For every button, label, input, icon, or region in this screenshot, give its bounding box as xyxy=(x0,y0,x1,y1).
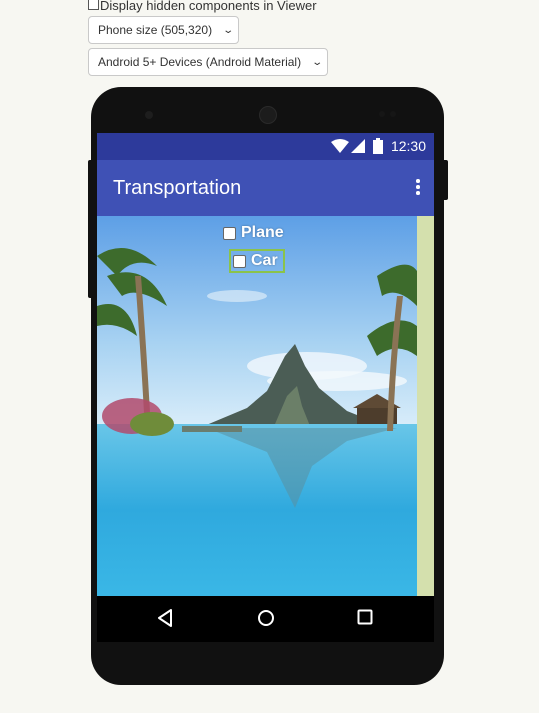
app-title: Transportation xyxy=(113,177,242,199)
sensor-icon xyxy=(390,111,396,117)
car-checkbox[interactable]: Car xyxy=(229,249,285,273)
overflow-menu-icon[interactable] xyxy=(416,179,420,197)
status-bar: 12:30 xyxy=(97,133,434,160)
car-checkbox-label: Car xyxy=(251,252,278,269)
hidden-components-label: Display hidden components in Viewer xyxy=(100,0,317,13)
chevron-down-icon: ⌄ xyxy=(310,56,323,68)
car-checkbox-box[interactable] xyxy=(233,254,246,268)
sensor-icon xyxy=(379,111,385,117)
theme-value: Android 5+ Devices (Android Material) xyxy=(98,55,302,69)
phone-size-value: Phone size (505,320) xyxy=(98,23,213,37)
screen-content: Plane Car xyxy=(97,216,434,596)
app-bar: Transportation xyxy=(97,160,434,216)
battery-icon xyxy=(373,138,383,154)
wifi-icon xyxy=(331,139,349,153)
plane-checkbox-box[interactable] xyxy=(223,226,236,240)
hidden-components-row[interactable]: Display hidden components in Viewer xyxy=(88,0,317,14)
recents-icon[interactable] xyxy=(357,609,373,625)
theme-select[interactable]: Android 5+ Devices (Android Material) ⌄ xyxy=(88,48,328,76)
camera-icon xyxy=(145,111,153,119)
hidden-components-checkbox[interactable] xyxy=(88,0,99,10)
phone-screen: 12:30 Transportation Plane Car xyxy=(97,133,434,642)
plane-checkbox-label: Plane xyxy=(241,224,284,241)
signal-icon xyxy=(351,139,365,153)
plane-checkbox[interactable]: Plane xyxy=(223,224,284,242)
background-image xyxy=(97,216,417,596)
status-time: 12:30 xyxy=(390,138,426,154)
phone-size-select[interactable]: Phone size (505,320) ⌄ xyxy=(88,16,239,44)
chevron-down-icon: ⌄ xyxy=(221,24,234,36)
navigation-bar xyxy=(97,596,434,642)
speaker-icon xyxy=(259,106,277,124)
back-icon[interactable] xyxy=(157,609,173,627)
home-icon[interactable] xyxy=(257,609,275,627)
